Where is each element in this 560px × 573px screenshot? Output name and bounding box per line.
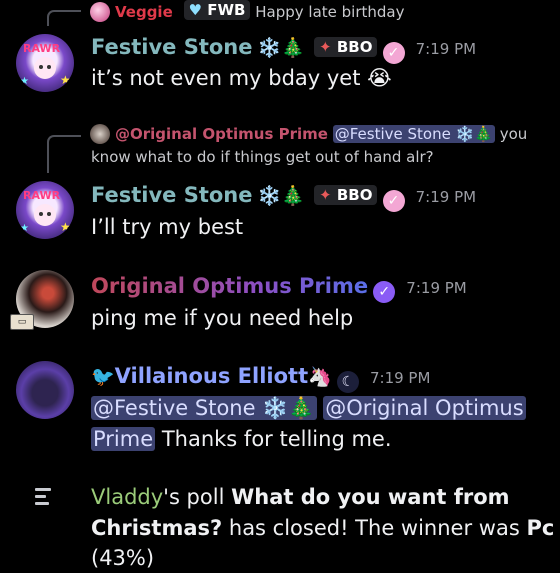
reply-connector: [47, 10, 81, 26]
mention[interactable]: @Original Optimus: [323, 396, 526, 420]
message-header: 🐦Villainous Elliott🦄 ☾ 7:19 PM: [91, 364, 430, 393]
reply-preview[interactable]: Veggie ♥ FWB Happy late birthday: [90, 0, 404, 22]
poll-line-2: Christmas? has closed! The winner was Pc: [91, 516, 555, 540]
moon-icon: ☾: [336, 371, 359, 393]
username[interactable]: Festive Stone: [91, 183, 253, 207]
avatar[interactable]: RAWR ★ ★: [16, 34, 74, 92]
heart-icon: ♥: [188, 1, 202, 19]
timestamp: 7:19 PM: [406, 279, 467, 297]
timestamp: 7:19 PM: [369, 369, 431, 387]
message-header: Original Optimus Prime ✓ 7:19 PM: [91, 274, 467, 303]
poll-icon: [35, 488, 53, 505]
timestamp: 7:19 PM: [415, 40, 477, 58]
username-emoji: ❄️🎄: [257, 37, 305, 59]
username[interactable]: Original Optimus Prime: [91, 274, 368, 298]
reply-text: Happy late birthday: [255, 3, 405, 21]
poll-line-1: Vladdy's poll What do you want from: [91, 485, 510, 509]
message-content-line-1: @Festive Stone ❄️🎄 @Original Optimus: [91, 393, 526, 423]
sparkle-icon: ✦: [319, 186, 332, 204]
avatar[interactable]: RAWR ★ ★: [16, 181, 74, 239]
reply-avatar: [90, 2, 110, 22]
reply-author[interactable]: Veggie: [115, 3, 173, 21]
reply-preview[interactable]: @Original Optimus Prime @Festive Stone ❄…: [90, 124, 527, 144]
svg-text:★: ★: [20, 76, 29, 87]
poll-winner: Pc: [526, 516, 555, 540]
message-content-line-2: Prime Thanks for telling me.: [91, 427, 392, 451]
crying-emoji: 😭: [367, 66, 392, 90]
mention[interactable]: @Festive Stone ❄️🎄: [91, 396, 317, 420]
reply-author[interactable]: @Original Optimus Prime: [115, 125, 328, 143]
server-tag[interactable]: ✦ BBO: [314, 37, 378, 57]
poll-percent: (43%): [91, 546, 155, 570]
svg-text:★: ★: [20, 223, 29, 234]
avatar[interactable]: [16, 361, 74, 419]
check-badge-icon: ✓: [382, 42, 405, 64]
mention[interactable]: Prime: [91, 427, 156, 451]
poll-question[interactable]: What do you want from: [231, 485, 509, 509]
reply-text-continued: know what to do if things get out of han…: [91, 148, 434, 166]
svg-text:★: ★: [60, 73, 71, 87]
bird-emoji: 🐦: [91, 366, 115, 388]
sparkle-icon: ✦: [319, 38, 332, 56]
reply-avatar: [90, 124, 110, 144]
username-emoji: ❄️🎄: [257, 185, 305, 207]
svg-text:RAWR: RAWR: [23, 42, 61, 55]
message-content: ping me if you need help: [91, 306, 354, 330]
username[interactable]: Festive Stone: [91, 35, 253, 59]
timestamp: 7:19 PM: [415, 188, 477, 206]
unicorn-emoji: 🦄: [308, 366, 332, 388]
message-header: Festive Stone ❄️🎄 ✦ BBO ✓ 7:19 PM: [91, 183, 476, 212]
svg-text:RAWR: RAWR: [23, 189, 61, 202]
username[interactable]: Villainous Elliott: [115, 364, 308, 388]
reply-connector: [47, 135, 81, 173]
check-badge-icon: ✓: [382, 190, 405, 212]
server-tag[interactable]: ✦ BBO: [314, 185, 378, 205]
message-content: it’s not even my bday yet 😭: [91, 66, 392, 90]
message-content: I’ll try my best: [91, 215, 244, 239]
avatar-art: RAWR ★ ★: [20, 42, 71, 87]
message-header: Festive Stone ❄️🎄 ✦ BBO ✓ 7:19 PM: [91, 35, 476, 64]
poll-user[interactable]: Vladdy: [91, 485, 163, 509]
verified-badge-icon: ✓: [373, 281, 396, 303]
mention[interactable]: @Festive Stone ❄️🎄: [332, 125, 495, 143]
avatar-art: RAWR ★ ★: [20, 189, 71, 234]
reply-text: you: [499, 125, 528, 143]
avatar-decoration-icon: ▭: [10, 314, 34, 330]
reply-tag: ♥ FWB: [183, 0, 251, 20]
svg-text:★: ★: [60, 220, 71, 234]
